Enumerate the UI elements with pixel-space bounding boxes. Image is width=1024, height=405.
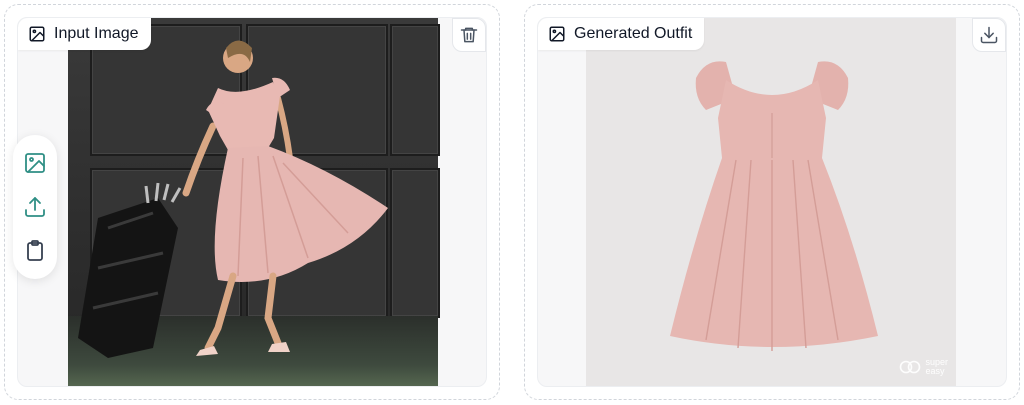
clipboard-icon bbox=[27, 240, 43, 261]
generated-outfit-image: super easy bbox=[586, 18, 956, 386]
brand-logo-icon bbox=[900, 360, 921, 374]
image-icon bbox=[25, 153, 45, 173]
paste-button[interactable] bbox=[21, 237, 49, 265]
brand-watermark: super easy bbox=[899, 358, 948, 376]
image-icon bbox=[549, 26, 565, 42]
gallery-button[interactable] bbox=[21, 149, 49, 177]
dress-illustration bbox=[670, 61, 878, 351]
delete-button[interactable] bbox=[452, 18, 486, 52]
generated-outfit-area: super easy Generated Outfit bbox=[537, 17, 1007, 387]
download-button[interactable] bbox=[972, 18, 1006, 52]
brand-wordmark: super easy bbox=[925, 358, 948, 376]
input-image-dropzone[interactable]: Input Image bbox=[17, 17, 487, 387]
image-icon bbox=[29, 26, 45, 42]
input-photo bbox=[68, 18, 440, 386]
model-illustration bbox=[78, 40, 388, 358]
generated-outfit-panel: super easy Generated Outfit bbox=[524, 4, 1020, 400]
input-image-label: Input Image bbox=[54, 25, 139, 42]
upload-button[interactable] bbox=[21, 193, 49, 221]
generated-outfit-label: Generated Outfit bbox=[574, 25, 693, 42]
input-source-toolbar bbox=[13, 135, 57, 279]
input-image-tag: Input Image bbox=[18, 18, 151, 50]
brand-line2: easy bbox=[925, 366, 945, 376]
generated-outfit-tag: Generated Outfit bbox=[538, 18, 705, 50]
upload-icon bbox=[25, 197, 45, 217]
download-icon bbox=[980, 26, 998, 44]
trash-icon bbox=[460, 27, 478, 43]
input-image-panel: Input Image bbox=[4, 4, 500, 400]
